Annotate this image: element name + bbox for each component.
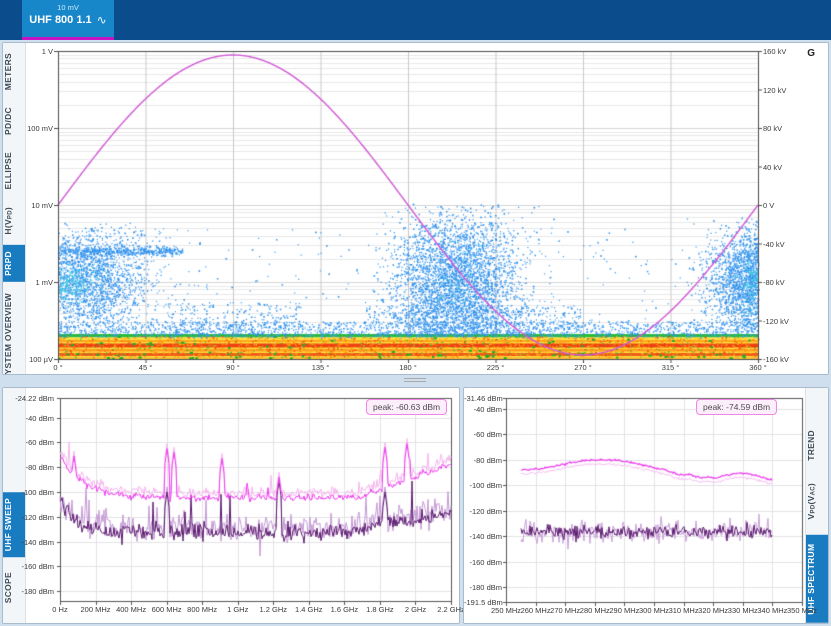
x-axis-label: 0 °	[36, 363, 80, 372]
x-axis-label: 225 °	[474, 363, 518, 372]
y-axis-label: -60 dBm	[7, 438, 54, 447]
prpd-plot-canvas[interactable]	[54, 49, 764, 363]
tab-vpd-vac[interactable]: VPD(VAC)	[806, 477, 828, 525]
tab-label-part: AC	[811, 486, 817, 495]
tab-label-part: )	[806, 483, 816, 486]
uhf-spectrum-panel: peak: -74.59 dBm TREND VPD(VAC) UHF SPECTR…	[463, 387, 829, 624]
tab-ellipse[interactable]: ELLIPSE	[3, 146, 25, 196]
y-axis-label: -80 dBm	[464, 456, 502, 465]
top-bar: 10 mV UHF 800 1.1 ∿	[0, 0, 831, 40]
tab-accent-bar	[22, 37, 114, 40]
trigger-channel-label: G	[807, 48, 815, 59]
x-axis-label: 350 MHz	[780, 606, 824, 615]
x-axis-label: 1.2 GHz	[253, 605, 293, 614]
x-axis-label: 600 MHz	[147, 605, 187, 614]
x-axis-label: 2 GHz	[395, 605, 435, 614]
spectrum-tab-strip: TREND VPD(VAC) UHF SPECTRUM	[805, 388, 828, 623]
tab-trend[interactable]: TREND	[806, 424, 828, 467]
x-axis-label: 1.6 GHz	[324, 605, 364, 614]
tab-label: PRPD	[3, 251, 13, 276]
y-axis-right-label: -80 kV	[763, 278, 805, 287]
y-axis-right-label: 160 kV	[763, 47, 805, 56]
y-axis-label: -31.46 dBm	[464, 394, 502, 403]
x-axis-label: 315 °	[649, 363, 693, 372]
y-axis-label: -100 dBm	[464, 481, 502, 490]
sensor-tab-title: UHF 800 1.1	[29, 14, 91, 26]
tab-label: METERS	[3, 53, 13, 90]
y-axis-label: -120 dBm	[7, 513, 54, 522]
tab-pd-dc[interactable]: PD/DC	[3, 101, 25, 141]
y-axis-label: -80 dBm	[7, 463, 54, 472]
y-axis-right-label: 40 kV	[763, 163, 805, 172]
sweep-peak-readout: peak: -60.63 dBm	[366, 399, 447, 415]
x-axis-label: 0 Hz	[40, 605, 80, 614]
sensor-tab-uhf800[interactable]: 10 mV UHF 800 1.1 ∿	[22, 0, 114, 40]
tab-label-part: PD	[8, 210, 14, 219]
x-axis-label: 45 °	[124, 363, 168, 372]
x-axis-label: 800 MHz	[182, 605, 222, 614]
sweep-plot-canvas[interactable]	[56, 396, 456, 608]
y-axis-right-label: -120 kV	[763, 317, 805, 326]
y-axis-label: -100 dBm	[7, 488, 54, 497]
tab-prpd[interactable]: PRPD	[3, 245, 25, 282]
y-axis-label: -24.22 dBm	[7, 394, 54, 403]
spectrum-peak-readout: peak: -74.59 dBm	[696, 399, 777, 415]
x-axis-label: 1.4 GHz	[289, 605, 329, 614]
tab-label-part: H(V	[3, 219, 13, 235]
x-axis-label: 360 °	[736, 363, 780, 372]
tab-label: ELLIPSE	[3, 152, 13, 190]
x-axis-label: 1 GHz	[218, 605, 258, 614]
y-axis-label: -180 dBm	[7, 587, 54, 596]
tab-label-part: PD	[811, 504, 817, 513]
y-axis-label: -120 dBm	[464, 507, 502, 516]
y-axis-label: -60 dBm	[464, 430, 502, 439]
tab-label-part: (V	[806, 495, 816, 504]
x-axis-label: 135 °	[299, 363, 343, 372]
x-axis-label: 90 °	[211, 363, 255, 372]
tab-label: UHF SPECTRUM	[806, 544, 816, 615]
x-axis-label: 400 MHz	[111, 605, 151, 614]
prpd-panel: METERSPD/DCELLIPSEH(VPD)PRPDSYSTEM OVERV…	[2, 42, 829, 375]
y-axis-left-label: 100 mV	[9, 124, 53, 133]
y-axis-label: -180 dBm	[464, 583, 502, 592]
y-axis-right-label: 0 V	[763, 201, 805, 210]
pane-splitter[interactable]	[404, 378, 426, 385]
sine-wave-icon: ∿	[97, 15, 107, 25]
x-axis-label: 200 MHz	[76, 605, 116, 614]
y-axis-label: -140 dBm	[464, 532, 502, 541]
y-axis-right-label: 80 kV	[763, 124, 805, 133]
x-axis-label: 1.8 GHz	[360, 605, 400, 614]
tab-label: TREND	[806, 430, 816, 461]
y-axis-left-label: 1 mV	[9, 278, 53, 287]
y-axis-label: -140 dBm	[7, 538, 54, 547]
y-axis-right-label: -40 kV	[763, 240, 805, 249]
tab-label-part: V	[806, 513, 816, 519]
tab-uhf-sweep[interactable]: UHF SWEEP	[3, 492, 25, 557]
y-axis-label: -160 dBm	[464, 558, 502, 567]
spectrum-plot-canvas[interactable]	[502, 396, 806, 608]
uhf-sweep-panel: UHF SWEEPSCOPE peak: -60.63 dBm -24.22 d…	[2, 387, 460, 624]
y-axis-label: -40 dBm	[7, 414, 54, 423]
y-axis-left-label: 10 mV	[9, 201, 53, 210]
y-axis-label: -40 dBm	[464, 405, 502, 414]
y-axis-label: -160 dBm	[7, 562, 54, 571]
y-axis-right-label: 120 kV	[763, 86, 805, 95]
x-axis-label: 180 °	[386, 363, 430, 372]
x-axis-label: 270 °	[561, 363, 605, 372]
y-axis-left-label: 1 V	[9, 47, 53, 56]
range-readout: 10 mV	[22, 0, 114, 12]
